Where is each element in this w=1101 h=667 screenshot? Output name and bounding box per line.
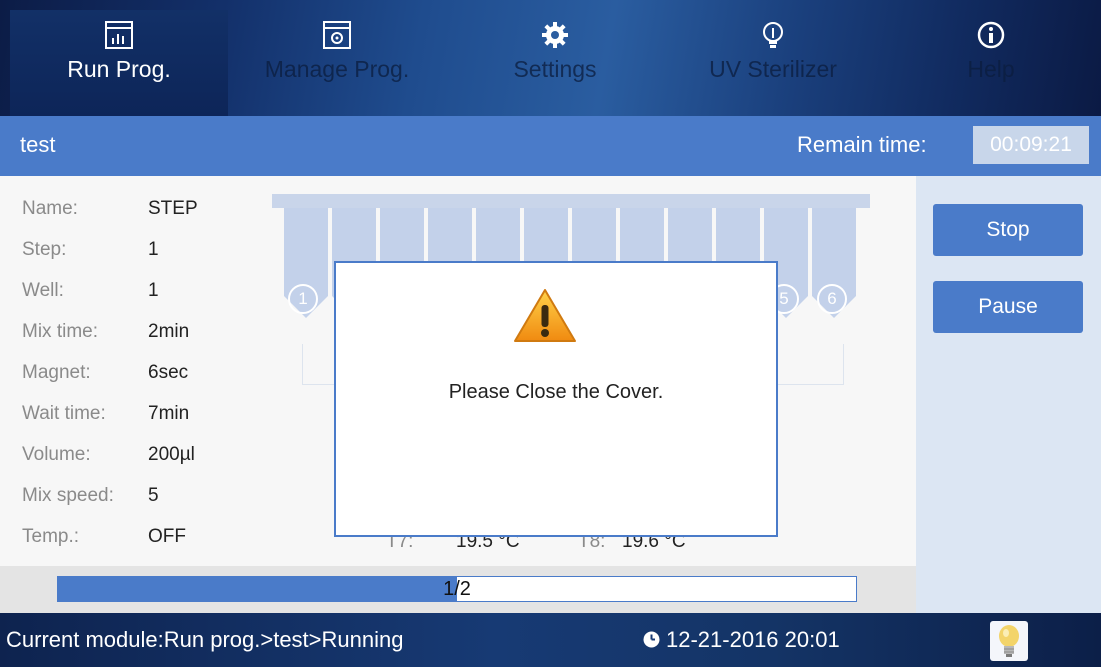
param-label: Step:: [22, 239, 67, 260]
tab-help[interactable]: Help: [882, 10, 1100, 116]
param-label: Mix speed:: [22, 485, 114, 506]
param-label: Magnet:: [22, 362, 91, 383]
lightbulb-icon: [999, 625, 1019, 657]
param-value: OFF: [148, 526, 186, 547]
tab-settings[interactable]: Settings: [446, 10, 664, 116]
tab-label: UV Sterilizer: [709, 56, 837, 82]
status-bar: Current module:Run prog.>test>Running 12…: [0, 613, 1101, 667]
rack-frame: [272, 194, 870, 208]
param-label: Name:: [22, 198, 78, 219]
param-label: Well:: [22, 280, 64, 301]
pause-button[interactable]: Pause: [933, 281, 1083, 333]
bulb-icon: [763, 22, 783, 48]
tab-manage-prog[interactable]: Manage Prog.: [228, 10, 446, 116]
well-number: 6: [817, 284, 847, 314]
warning-icon: [514, 289, 576, 342]
cover-warning-dialog: Please Close the Cover.: [334, 261, 778, 537]
remain-time-label: Remain time:: [797, 132, 927, 157]
manage-icon: [323, 21, 351, 49]
lamp-button[interactable]: [990, 621, 1028, 661]
program-name: test: [20, 132, 56, 157]
param-value: 6sec: [148, 362, 189, 383]
stop-button[interactable]: Stop: [933, 204, 1083, 256]
remain-time-value: 00:09:21: [973, 126, 1089, 164]
param-value: 7min: [148, 403, 190, 424]
tab-label: Manage Prog.: [264, 56, 410, 82]
clock-icon: [643, 631, 660, 648]
tab-uv-sterilizer[interactable]: UV Sterilizer: [664, 10, 882, 116]
param-label: Mix time:: [22, 321, 98, 342]
gear-icon: [542, 22, 568, 48]
progress-area: 1/2: [0, 566, 916, 613]
top-nav: Run Prog. Manage Prog. Settings UV Steri…: [0, 0, 1101, 116]
datetime-text: 12-21-2016 20:01: [666, 627, 840, 652]
current-module: Current module:Run prog.>test>Running: [6, 627, 404, 652]
tab-label: Run Prog.: [67, 56, 171, 82]
dialog-message: Please Close the Cover.: [448, 381, 664, 403]
tab-run-prog[interactable]: Run Prog.: [10, 10, 228, 116]
param-label: Wait time:: [22, 403, 106, 424]
param-label: Volume:: [22, 444, 91, 465]
progress-text: 1/2: [443, 578, 471, 600]
param-value: 1: [148, 239, 159, 260]
param-value: 2min: [148, 321, 190, 342]
title-bar: test Remain time: 00:09:21: [0, 116, 1101, 176]
datetime: 12-21-2016 20:01: [643, 627, 840, 653]
chart-icon: [105, 21, 133, 49]
param-value: 5: [148, 485, 159, 506]
param-value: 1: [148, 280, 159, 301]
well-number: 1: [288, 284, 318, 314]
param-value: STEP: [148, 198, 198, 219]
tab-label: Settings: [513, 56, 597, 82]
action-panel: Stop Pause: [916, 176, 1101, 613]
param-value: 200µl: [148, 444, 195, 465]
tab-label: Help: [967, 56, 1015, 82]
progress-bar: 1/2: [57, 576, 857, 602]
param-label: Temp.:: [22, 526, 80, 547]
info-icon: [977, 21, 1005, 49]
